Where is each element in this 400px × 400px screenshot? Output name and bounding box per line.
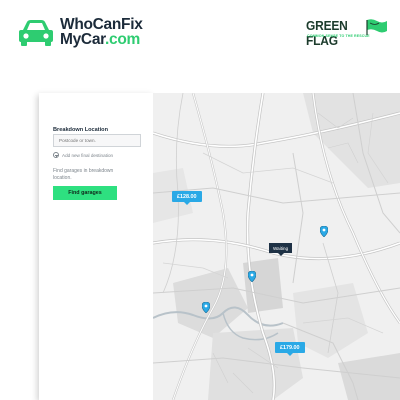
price-tag-garage-2[interactable]: £179.00 bbox=[275, 342, 305, 356]
waiting-label: Waiting bbox=[273, 245, 289, 251]
map-pin-icon[interactable] bbox=[320, 226, 328, 237]
search-panel: Breakdown Location Add new final destina… bbox=[39, 93, 153, 400]
find-garages-hint: Find garages in breakdown location. bbox=[53, 168, 114, 181]
price-tag-label: £179.00 bbox=[280, 344, 300, 351]
car-icon bbox=[19, 20, 53, 46]
plus-circle-icon bbox=[53, 152, 59, 158]
add-destination-link[interactable]: Add new final destination bbox=[53, 152, 113, 158]
logo-line2-main: MyCar bbox=[60, 31, 106, 48]
breakdown-location-label: Breakdown Location bbox=[53, 127, 109, 133]
add-destination-label: Add new final destination bbox=[62, 152, 114, 158]
map-pin-icon[interactable] bbox=[202, 302, 210, 313]
flag-icon bbox=[366, 19, 387, 35]
map-pin-icon[interactable] bbox=[248, 271, 256, 282]
green-flag-logo: GREEN FLAG COMMON SENSE TO THE RESCUE bbox=[306, 18, 388, 48]
logo-line1: WhoCanFix bbox=[60, 16, 143, 33]
find-garages-button[interactable]: Find garages bbox=[53, 186, 117, 200]
map-view[interactable]: £128.00 £179.00 Waiting bbox=[153, 93, 400, 400]
price-tag-garage-1[interactable]: £128.00 bbox=[172, 191, 202, 205]
breakdown-location-input[interactable] bbox=[53, 134, 141, 147]
logo-line2: MyCar.com bbox=[60, 31, 143, 48]
whocanfixmycar-logo[interactable]: WhoCanFix MyCar.com bbox=[18, 17, 143, 47]
price-tag-label: £128.00 bbox=[177, 193, 197, 200]
logo-text: WhoCanFix MyCar.com bbox=[60, 16, 143, 48]
green-flag-tagline: COMMON SENSE TO THE RESCUE bbox=[307, 34, 370, 38]
waiting-tag[interactable]: Waiting bbox=[269, 243, 293, 256]
page: WhoCanFix MyCar.com GREEN FLAG COMMON SE… bbox=[0, 0, 400, 400]
logo-line2-suffix: .com bbox=[105, 31, 141, 48]
